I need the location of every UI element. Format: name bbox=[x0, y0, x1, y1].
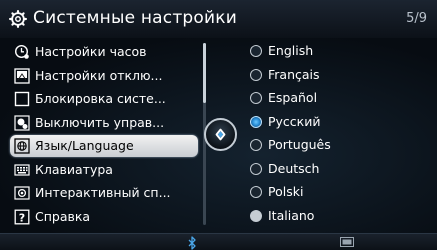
language-option-italian[interactable]: Italiano bbox=[248, 205, 428, 227]
language-option-french[interactable]: Français bbox=[248, 64, 428, 86]
menu-item-display-off-settings[interactable]: Настройки отклю... bbox=[12, 65, 200, 87]
clock-settings-icon bbox=[14, 44, 29, 59]
language-option-portuguese[interactable]: Português bbox=[248, 134, 428, 156]
keyboard-icon bbox=[14, 163, 30, 176]
language-label: Polski bbox=[268, 184, 304, 199]
svg-text:?: ? bbox=[19, 211, 25, 224]
language-option-german[interactable]: Deutsch bbox=[248, 158, 428, 180]
settings-menu: Настройки часов Настройки отклю... Блоки… bbox=[10, 41, 200, 231]
language-list: English Français Español Русский Portugu… bbox=[248, 40, 428, 230]
steering-control-icon bbox=[14, 114, 30, 131]
language-option-english[interactable]: English bbox=[248, 40, 428, 62]
help-icon: ? bbox=[14, 209, 30, 224]
menu-item-label: Клавиатура bbox=[35, 161, 113, 177]
menu-item-label: Язык/Language bbox=[35, 138, 134, 153]
left-right-arrow-icon[interactable] bbox=[204, 118, 237, 151]
menu-item-keyboard[interactable]: Клавиатура bbox=[12, 159, 200, 181]
radio-button[interactable] bbox=[250, 92, 262, 104]
language-icon bbox=[14, 138, 30, 154]
radio-button[interactable] bbox=[250, 45, 262, 57]
interactive-guide-icon bbox=[14, 186, 30, 200]
radio-button[interactable] bbox=[250, 162, 262, 175]
page-counter: 5/9 bbox=[406, 11, 427, 26]
menu-item-interactive-guide[interactable]: Интерактивный сп... bbox=[12, 182, 200, 204]
menu-item-language[interactable]: Язык/Language bbox=[10, 135, 198, 157]
radio-button[interactable] bbox=[250, 209, 262, 222]
radio-button[interactable] bbox=[250, 186, 262, 198]
language-option-spanish[interactable]: Español bbox=[248, 87, 428, 109]
menu-item-label: Интерактивный сп... bbox=[35, 185, 171, 200]
settings-body: Настройки часов Настройки отклю... Блоки… bbox=[0, 38, 437, 233]
status-bar bbox=[0, 233, 437, 250]
menu-item-label: Выключить управ... bbox=[35, 114, 165, 130]
language-label: Deutsch bbox=[268, 160, 320, 176]
language-label: Español bbox=[268, 90, 318, 105]
bluetooth-icon bbox=[188, 236, 196, 250]
radio-button[interactable] bbox=[250, 139, 262, 151]
system-settings-screen: Системные настройки 5/9 Настройки часов … bbox=[0, 0, 437, 250]
language-option-russian[interactable]: Русский bbox=[248, 111, 428, 133]
menu-item-label: Настройки часов bbox=[35, 44, 147, 59]
language-label: Italiano bbox=[268, 207, 315, 223]
radio-button[interactable] bbox=[250, 68, 262, 81]
menu-scrollbar-thumb[interactable] bbox=[203, 43, 206, 103]
header-bar: Системные настройки 5/9 bbox=[0, 0, 437, 39]
gear-icon bbox=[9, 10, 27, 28]
menu-item-help[interactable]: ? Справка bbox=[12, 206, 200, 228]
checkbox-icon bbox=[14, 91, 30, 107]
language-label: Français bbox=[268, 66, 320, 82]
language-label: Русский bbox=[268, 113, 321, 129]
language-label: Português bbox=[268, 137, 331, 152]
menu-item-label: Настройки отклю... bbox=[35, 67, 163, 83]
radio-button-selected[interactable] bbox=[250, 115, 262, 128]
screen-icon bbox=[340, 237, 354, 247]
language-option-polish[interactable]: Polski bbox=[248, 181, 428, 203]
page-title: Системные настройки bbox=[33, 8, 237, 28]
menu-item-label: Справка bbox=[35, 208, 91, 224]
menu-item-system-lock[interactable]: Блокировка систе... bbox=[12, 88, 200, 110]
menu-item-clock-settings[interactable]: Настройки часов bbox=[12, 41, 200, 63]
menu-item-disable-control[interactable]: Выключить управ... bbox=[12, 112, 200, 134]
display-off-icon bbox=[14, 67, 30, 84]
language-label: English bbox=[268, 43, 314, 58]
menu-item-label: Блокировка систе... bbox=[35, 91, 166, 106]
